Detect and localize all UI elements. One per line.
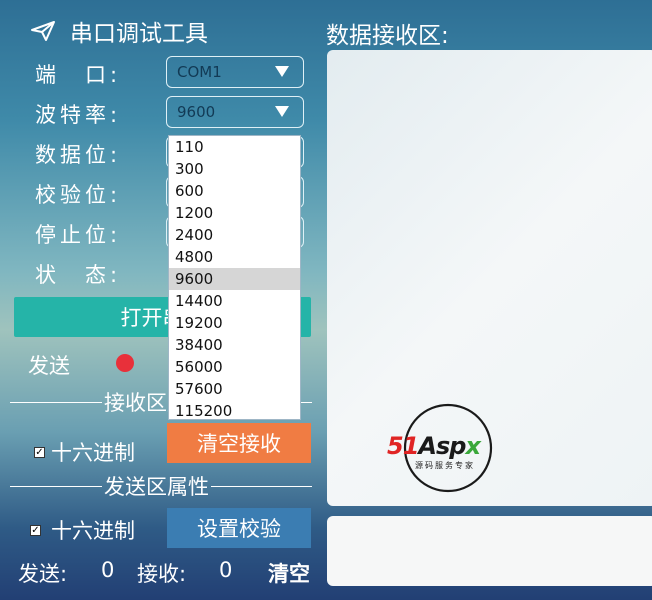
baud-option[interactable]: 14400 bbox=[169, 290, 300, 312]
send-indicator-label: 发送 bbox=[28, 354, 70, 378]
send-textarea[interactable] bbox=[327, 516, 652, 586]
clear-counters-button[interactable]: 清空 bbox=[268, 558, 310, 588]
baud-option[interactable]: 600 bbox=[169, 180, 300, 202]
baud-option[interactable]: 1200 bbox=[169, 202, 300, 224]
app-title-bar: 串口调试工具 bbox=[30, 14, 208, 48]
receive-hex-checkbox-row[interactable]: ✓ 十六进制 bbox=[34, 437, 135, 467]
baud-option[interactable]: 56000 bbox=[169, 356, 300, 378]
chevron-down-icon bbox=[275, 106, 289, 117]
parity-label: 校验位: bbox=[35, 183, 122, 207]
baud-option[interactable]: 19200 bbox=[169, 312, 300, 334]
baud-select-value: 9600 bbox=[177, 103, 216, 121]
receive-count-label: 接收: bbox=[137, 562, 187, 586]
baud-option[interactable]: 9600 bbox=[169, 268, 300, 290]
send-status-led bbox=[116, 354, 134, 372]
port-label: 端 口: bbox=[35, 63, 122, 87]
logo-tagline: 源码服务专家 bbox=[415, 461, 475, 470]
send-count-label: 发送: bbox=[18, 562, 68, 586]
logo-brand: 51 bbox=[387, 432, 419, 460]
receive-hex-label: 十六进制 bbox=[51, 441, 135, 465]
send-hex-checkbox[interactable]: ✓ bbox=[30, 524, 41, 536]
baud-label: 波特率: bbox=[35, 103, 122, 127]
send-hex-checkbox-row[interactable]: ✓ 十六进制 bbox=[30, 515, 135, 545]
baud-option[interactable]: 2400 bbox=[169, 224, 300, 246]
set-checksum-button[interactable]: 设置校验 bbox=[167, 508, 311, 548]
port-select[interactable]: COM1 bbox=[166, 56, 304, 88]
databits-label: 数据位: bbox=[35, 143, 122, 167]
app-title: 串口调试工具 bbox=[70, 21, 208, 47]
send-count-value: 0 bbox=[101, 558, 115, 582]
send-section-header: 发送区属性 bbox=[10, 473, 312, 499]
baud-option[interactable]: 110 bbox=[169, 136, 300, 158]
send-hex-label: 十六进制 bbox=[51, 519, 135, 543]
receive-area-title: 数据接收区: bbox=[326, 23, 449, 49]
stopbits-label: 停止位: bbox=[35, 223, 122, 247]
baud-option[interactable]: 38400 bbox=[169, 334, 300, 356]
paper-plane-icon bbox=[31, 21, 55, 41]
chevron-down-icon bbox=[275, 66, 289, 77]
baud-select[interactable]: 9600 bbox=[166, 96, 304, 128]
baud-option[interactable]: 115200 bbox=[169, 400, 300, 422]
port-select-value: COM1 bbox=[177, 63, 222, 81]
status-label: 状 态: bbox=[35, 263, 122, 287]
receive-count-value: 0 bbox=[219, 558, 233, 582]
watermark-logo: 51Aspx 源码服务专家 bbox=[385, 402, 515, 494]
baud-dropdown-list[interactable]: 110 300 600 1200 2400 4800 9600 14400 19200 38400… bbox=[168, 135, 301, 420]
clear-receive-button[interactable]: 清空接收 bbox=[167, 423, 311, 463]
baud-option[interactable]: 4800 bbox=[169, 246, 300, 268]
baud-option[interactable]: 300 bbox=[169, 158, 300, 180]
send-section-title: 发送区属性 bbox=[104, 475, 209, 499]
receive-hex-checkbox[interactable]: ✓ bbox=[34, 446, 45, 458]
baud-option[interactable]: 57600 bbox=[169, 378, 300, 400]
